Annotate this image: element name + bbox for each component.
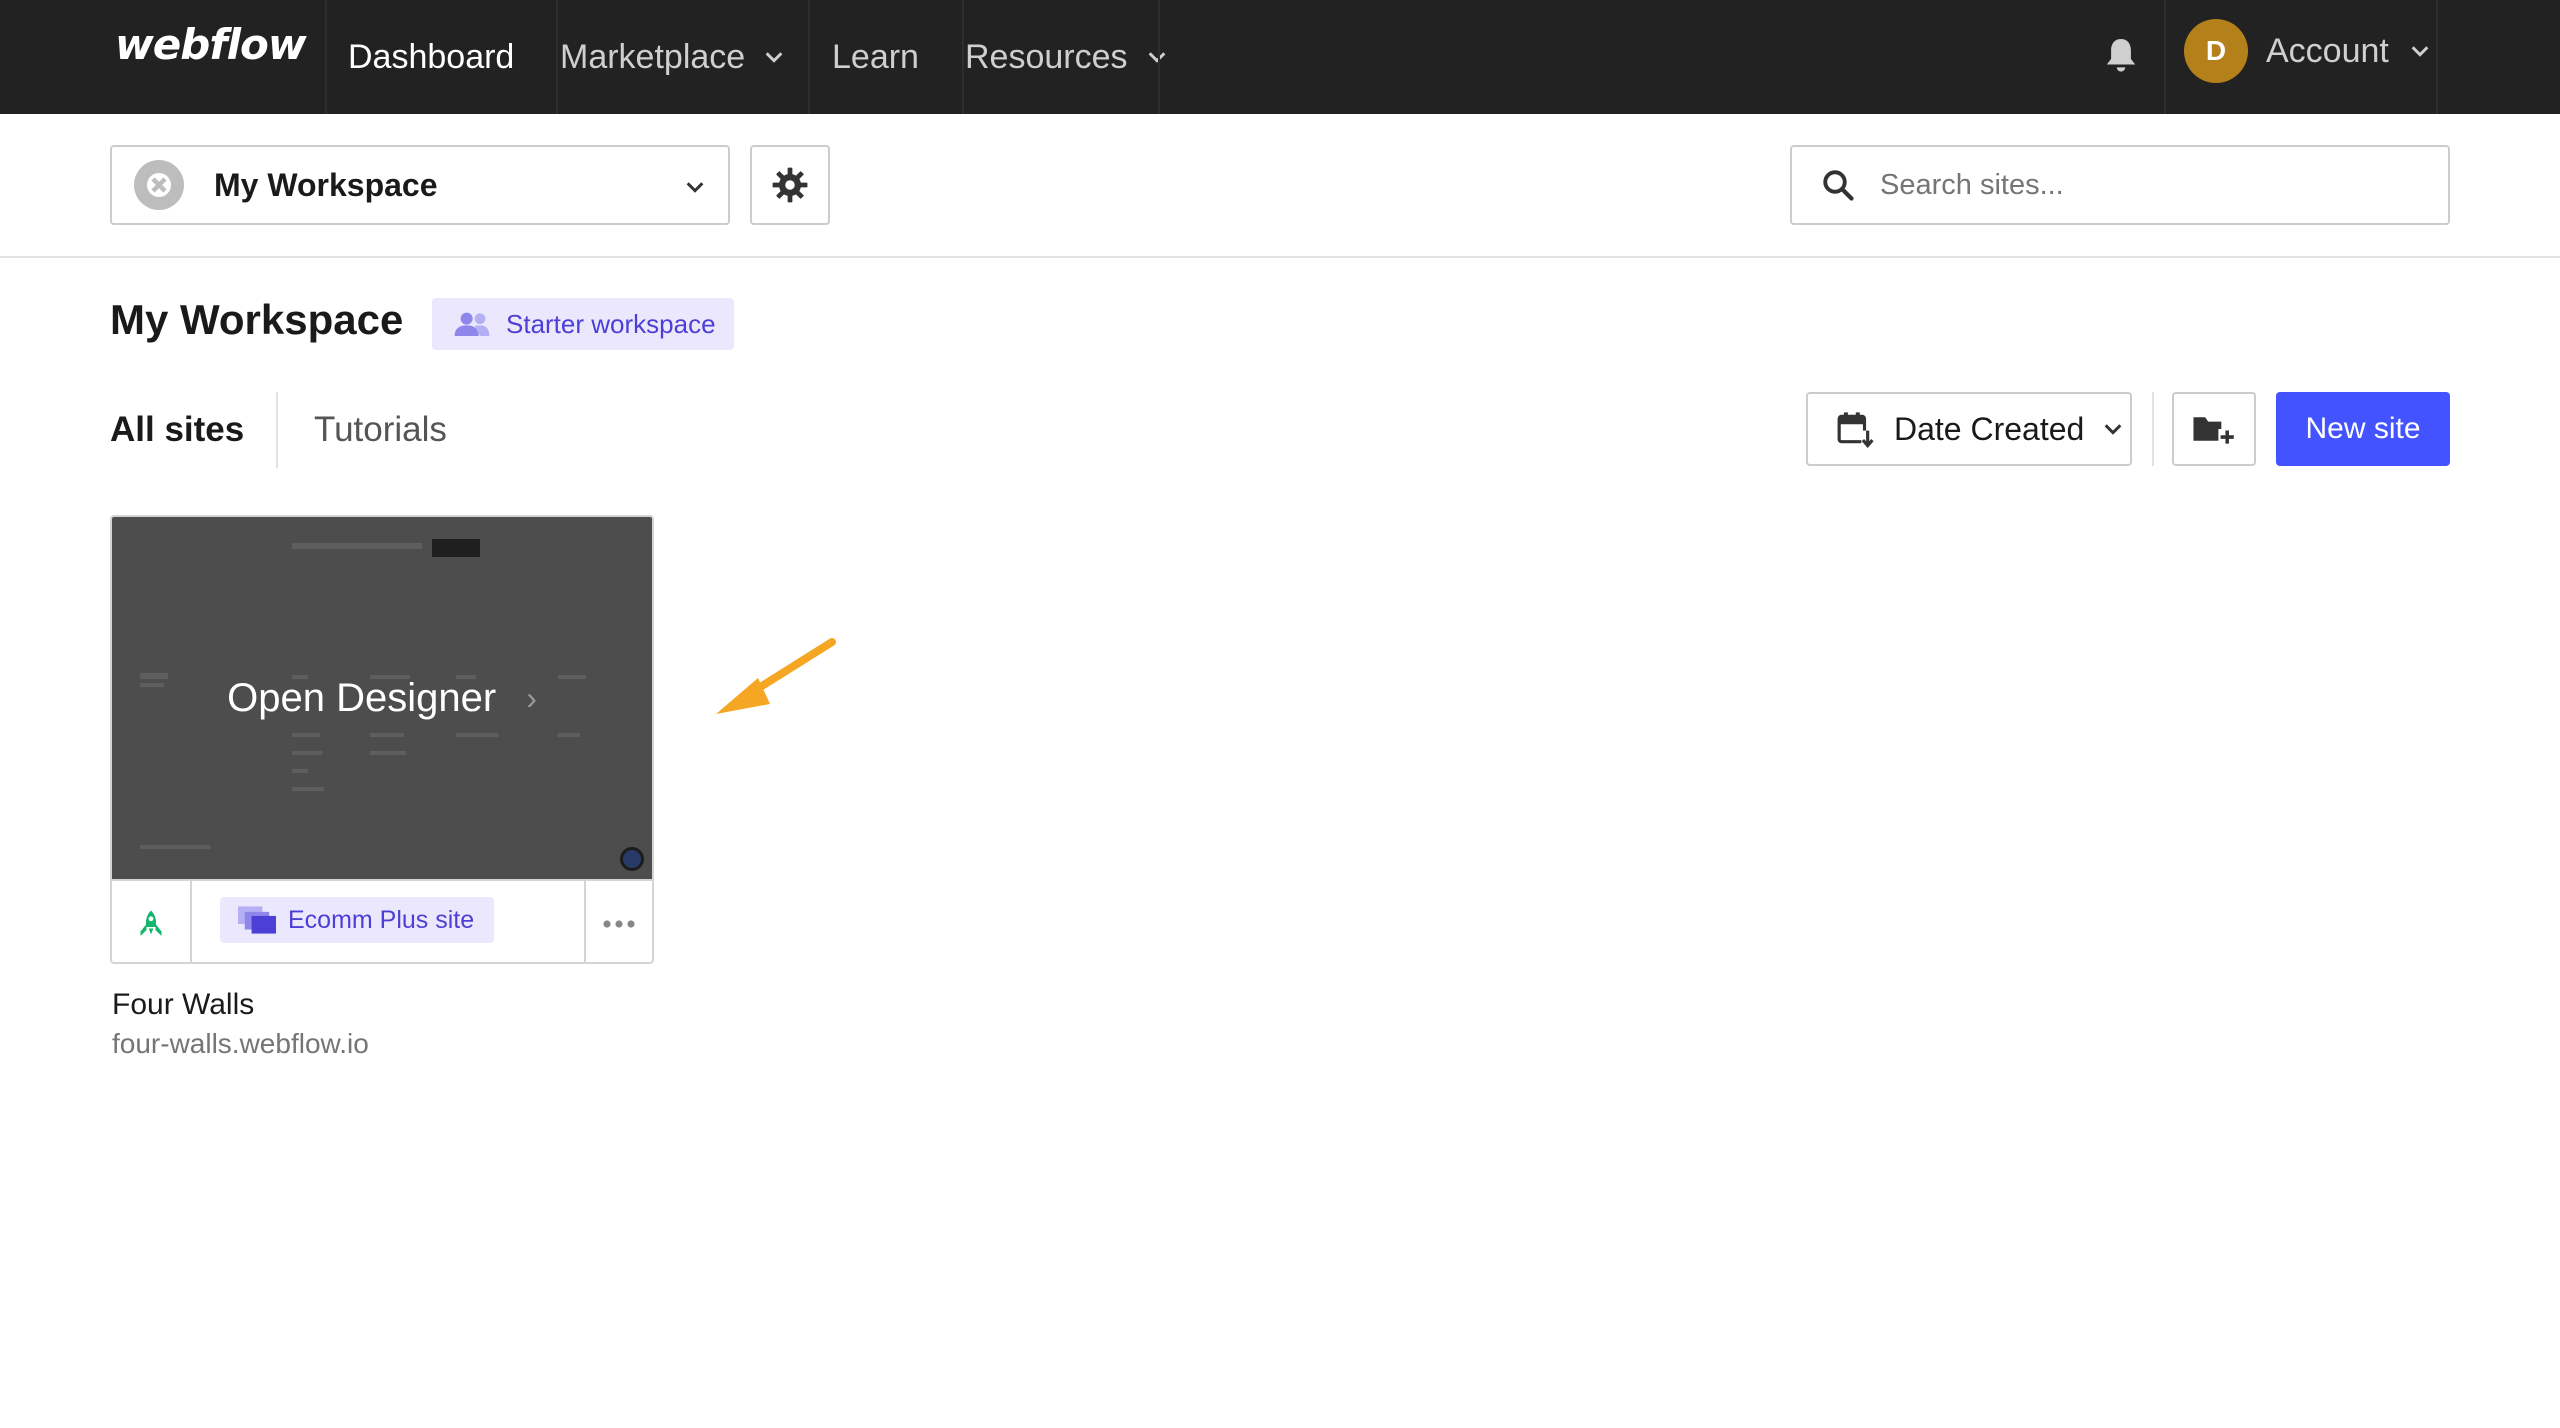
workspace-settings-button[interactable]	[750, 145, 830, 225]
tab-divider	[276, 392, 278, 468]
nav-resources-label: Resources	[965, 37, 1128, 76]
site-more-options-button[interactable]	[584, 881, 652, 962]
webflow-logo[interactable]: webflow	[115, 20, 307, 69]
status-dot-icon	[620, 847, 644, 871]
users-icon	[454, 312, 490, 336]
open-designer-overlay[interactable]: Open Designer ›	[112, 517, 652, 879]
search-icon	[1823, 170, 1854, 201]
chevron-down-icon	[2411, 46, 2429, 57]
workspace-switcher[interactable]: My Workspace	[110, 145, 730, 225]
top-navigation: webflow Dashboard Marketplace Learn Reso…	[0, 0, 2560, 114]
nav-resources[interactable]: Resources	[965, 0, 1168, 114]
site-plan-badge[interactable]: Ecomm Plus site	[220, 897, 494, 943]
nav-learn[interactable]: Learn	[832, 0, 919, 114]
annotation-arrow-icon	[716, 638, 836, 714]
notification-bell-icon[interactable]	[2104, 36, 2138, 76]
folder-add-icon	[2193, 417, 2236, 446]
new-folder-button[interactable]	[2172, 392, 2256, 466]
nav-divider	[325, 0, 327, 114]
workspace-icon	[134, 160, 184, 210]
site-card-footer: Ecomm Plus site	[112, 879, 652, 962]
nav-divider	[1158, 0, 1160, 114]
nav-dashboard[interactable]: Dashboard	[348, 0, 514, 114]
tab-tutorials[interactable]: Tutorials	[314, 392, 447, 468]
search-input[interactable]	[1880, 168, 2400, 202]
account-label: Account	[2266, 31, 2389, 70]
nav-learn-label: Learn	[832, 37, 919, 76]
workspace-toolbar: My Workspace	[0, 114, 2560, 258]
site-search[interactable]	[1790, 145, 2450, 225]
tab-all-sites[interactable]: All sites	[110, 392, 244, 468]
site-thumbnail[interactable]: Open Designer ›	[112, 517, 652, 879]
chevron-down-icon	[1148, 52, 1165, 63]
nav-divider	[2436, 0, 2438, 114]
calendar-sort-icon	[1837, 412, 1874, 448]
sort-label: Date Created	[1894, 410, 2085, 447]
ecommerce-plan-icon	[238, 906, 276, 934]
account-menu[interactable]: Account	[2266, 0, 2431, 102]
chevron-right-icon: ›	[526, 679, 537, 716]
rocket-icon	[140, 910, 162, 936]
site-card: Open Designer › Ecomm Plus site	[110, 515, 654, 964]
workspace-plan-label: Starter workspace	[506, 308, 716, 339]
nav-divider	[556, 0, 558, 114]
controls-divider	[2152, 392, 2154, 466]
nav-marketplace-label: Marketplace	[560, 37, 746, 76]
sort-dropdown[interactable]: Date Created	[1806, 392, 2132, 466]
workspace-switcher-label: My Workspace	[214, 166, 438, 203]
user-avatar[interactable]: D	[2184, 19, 2248, 83]
workspace-badge-icon	[147, 173, 171, 197]
page-title: My Workspace	[110, 296, 404, 343]
nav-marketplace[interactable]: Marketplace	[560, 0, 785, 114]
site-name[interactable]: Four Walls	[112, 988, 254, 1022]
site-plan-label: Ecomm Plus site	[288, 905, 475, 934]
workspace-plan-badge[interactable]: Starter workspace	[432, 298, 734, 350]
chevron-down-icon	[686, 182, 704, 193]
gear-icon	[772, 167, 808, 203]
new-site-button[interactable]: New site	[2276, 392, 2450, 466]
nav-divider	[962, 0, 964, 114]
nav-dashboard-label: Dashboard	[348, 37, 515, 76]
open-designer-label: Open Designer	[227, 675, 497, 720]
site-url[interactable]: four-walls.webflow.io	[112, 1028, 369, 1060]
nav-divider	[808, 0, 810, 114]
nav-divider	[2164, 0, 2166, 114]
chevron-down-icon	[765, 52, 783, 63]
chevron-down-icon	[2104, 424, 2122, 435]
more-horizontal-icon	[603, 919, 635, 928]
publish-status-button[interactable]	[112, 881, 192, 962]
